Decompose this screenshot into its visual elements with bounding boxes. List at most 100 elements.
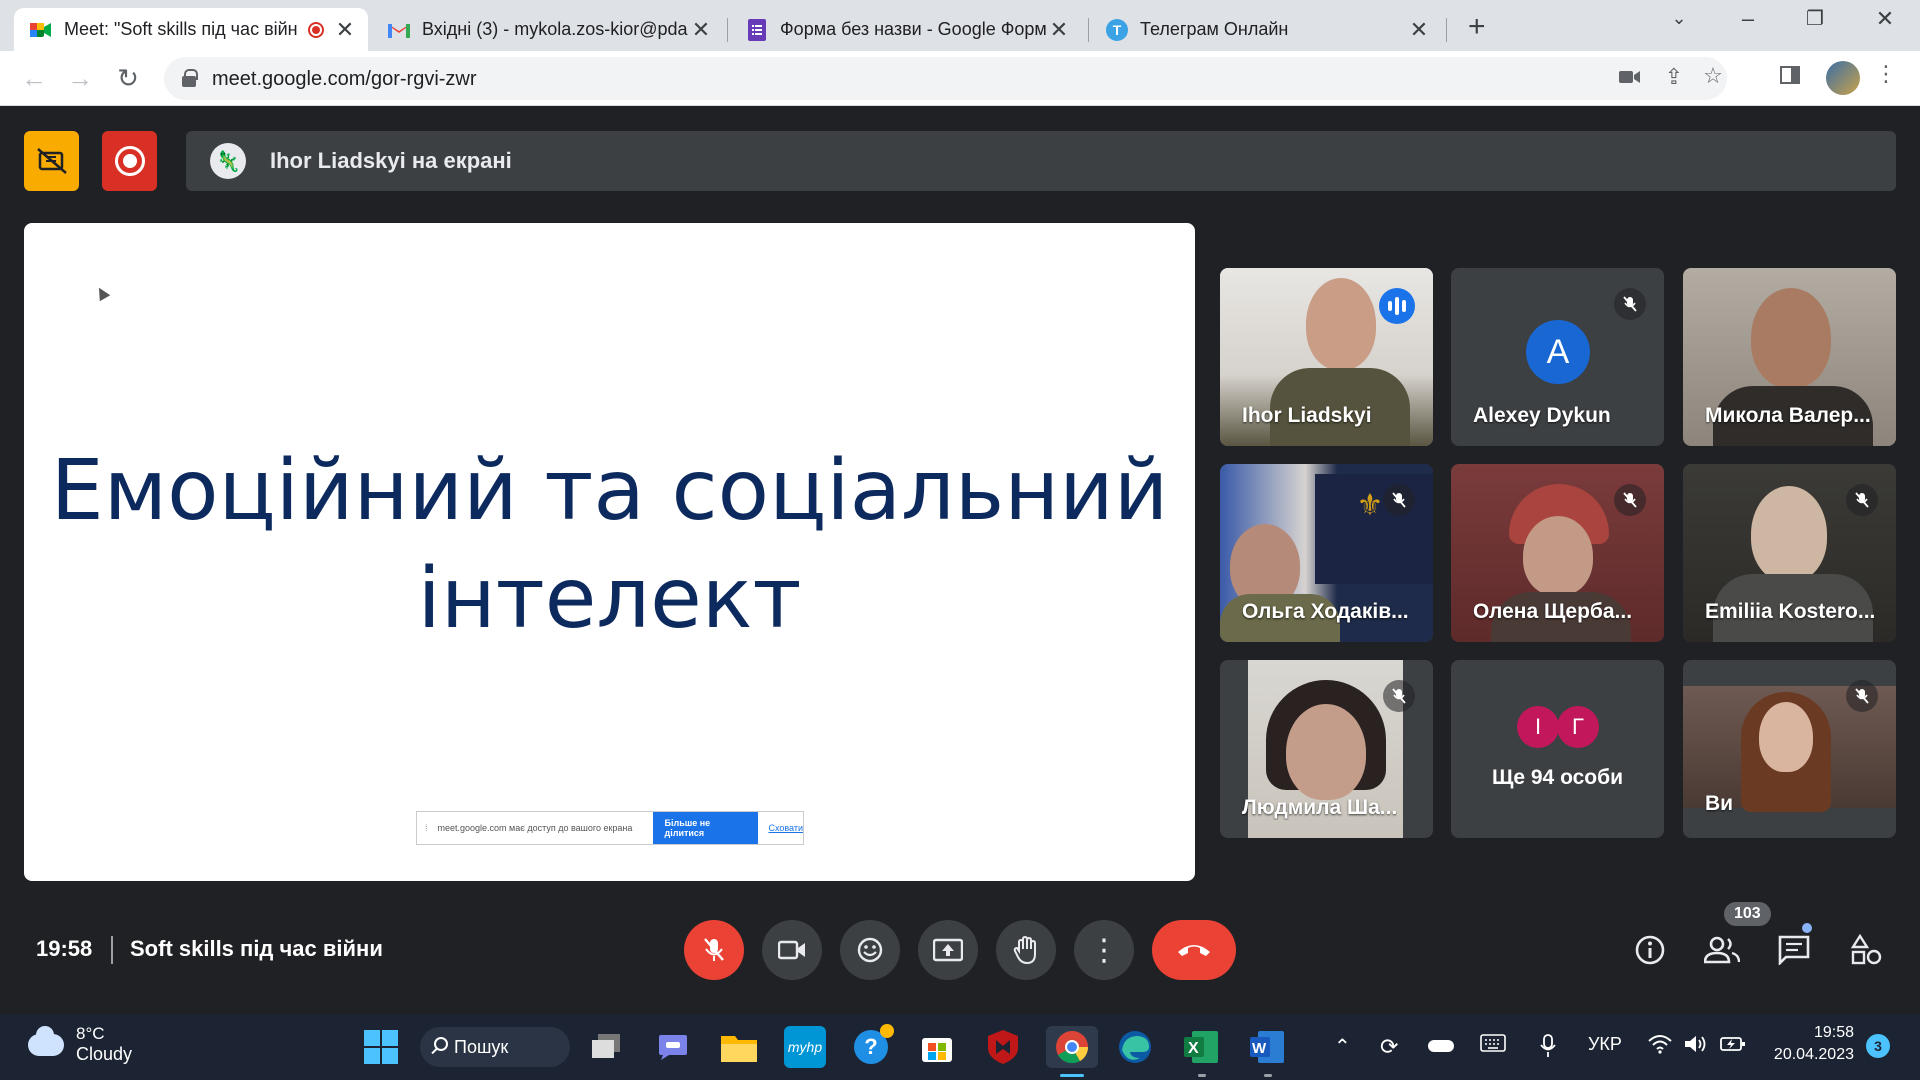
bookmark-star-icon[interactable]: ☆	[1699, 63, 1727, 89]
participant-tile[interactable]: Emiliia Kostero...	[1683, 464, 1896, 642]
meeting-details-icon[interactable]	[1628, 928, 1672, 972]
edge-icon[interactable]	[1114, 1026, 1156, 1068]
word-icon[interactable]: W	[1246, 1026, 1288, 1068]
presenter-banner: 🦎 Ihor Liadskyi на екрані	[186, 131, 1896, 191]
tab-title: Телеграм Онлайн	[1140, 19, 1289, 39]
chat-icon[interactable]	[1772, 928, 1816, 972]
participant-tile[interactable]: A Alexey Dykun	[1451, 268, 1664, 446]
input-language[interactable]: УКР	[1588, 1034, 1622, 1055]
forward-icon[interactable]: →	[64, 63, 96, 94]
temperature: 8°C	[76, 1024, 105, 1043]
stop-sharing-button[interactable]: Більше не ділитися	[652, 812, 759, 844]
profile-avatar[interactable]	[1826, 61, 1860, 95]
tab-search-icon[interactable]: ⌄	[1664, 8, 1694, 29]
teams-chat-icon[interactable]	[652, 1026, 694, 1068]
presenter-banner-text: Ihor Liadskyi на екрані	[270, 148, 512, 173]
more-options-button[interactable]: ⋮	[1074, 920, 1134, 980]
battery-icon[interactable]	[1720, 1034, 1746, 1059]
tab-telegram[interactable]: T Телеграм Онлайн ✕	[1090, 8, 1442, 51]
speaking-indicator-icon	[1379, 288, 1415, 324]
tab-google-meet[interactable]: Meet: "Soft skills під час війн ✕	[14, 8, 368, 51]
reload-icon[interactable]: ↻	[112, 63, 144, 94]
mouse-cursor-icon	[93, 284, 111, 302]
address-bar[interactable]: meet.google.com/gor-rgvi-zwr ⇪ ☆	[164, 57, 1727, 100]
participant-tile[interactable]: ⚜ Ольга Ходаків...	[1220, 464, 1433, 642]
chat-unread-dot	[1802, 923, 1812, 933]
screen-share-notice-bar: ⁞ meet.google.com має доступ до вашого е…	[416, 811, 804, 845]
participant-name: Ви	[1705, 792, 1734, 815]
present-screen-button[interactable]	[918, 920, 978, 980]
tab-title: Вхідні (3) - mykola.zos-kior@pda	[422, 19, 688, 39]
wifi-icon[interactable]	[1648, 1034, 1672, 1059]
back-icon[interactable]: ←	[18, 63, 50, 94]
close-tab-icon[interactable]: ✕	[334, 17, 356, 43]
reactions-button[interactable]	[840, 920, 900, 980]
cloud-icon	[28, 1025, 64, 1056]
system-date: 20.04.2023	[1773, 1046, 1854, 1063]
camera-in-use-icon[interactable]	[1616, 65, 1644, 91]
more-menu-icon[interactable]: ⋮	[1872, 61, 1900, 87]
running-app-indicator	[1198, 1074, 1206, 1077]
more-participants-label: Ще 94 особи	[1491, 766, 1624, 789]
google-meet-icon	[30, 19, 52, 41]
microsoft-store-icon[interactable]	[916, 1026, 958, 1068]
participant-tile[interactable]: Микола Валер...	[1683, 268, 1896, 446]
divider	[111, 936, 113, 964]
recording-button[interactable]	[102, 131, 157, 191]
weather-widget[interactable]: 8°C Cloudy	[28, 1024, 132, 1065]
show-hidden-icons[interactable]: ⌃	[1334, 1034, 1351, 1059]
camera-toggle-button[interactable]	[762, 920, 822, 980]
close-window-icon[interactable]: ✕	[1870, 6, 1900, 32]
mcafee-icon[interactable]	[982, 1026, 1024, 1068]
start-button[interactable]	[360, 1026, 402, 1068]
close-tab-icon[interactable]: ✕	[690, 17, 712, 43]
chrome-icon[interactable]	[1046, 1026, 1098, 1068]
microphone-toggle-button[interactable]	[684, 920, 744, 980]
running-app-indicator	[1264, 1074, 1272, 1077]
restore-icon[interactable]: ❐	[1800, 6, 1830, 31]
tab-divider	[1088, 18, 1089, 42]
new-tab-button[interactable]: +	[1468, 10, 1486, 44]
self-view-tile[interactable]: Ви	[1683, 660, 1896, 838]
more-participants-tile[interactable]: І Г Ще 94 особи	[1451, 660, 1664, 838]
touch-keyboard-icon[interactable]	[1480, 1034, 1506, 1057]
volume-icon[interactable]	[1684, 1034, 1708, 1059]
get-help-icon[interactable]: ?	[850, 1024, 894, 1068]
hide-self-view-button[interactable]	[24, 131, 79, 191]
notification-count-badge[interactable]: 3	[1866, 1034, 1890, 1058]
leave-call-button[interactable]	[1152, 920, 1236, 980]
tab-divider	[727, 18, 728, 42]
mic-off-icon	[1383, 484, 1415, 516]
tab-google-forms[interactable]: Форма без назви - Google Форм ✕	[730, 8, 1082, 51]
slide-title: Емоційний та соціальний інтелект	[24, 436, 1195, 652]
participant-avatar: A	[1526, 320, 1590, 384]
search-icon	[434, 1037, 448, 1051]
participant-tile[interactable]: Ihor Liadskyi	[1220, 268, 1433, 446]
file-explorer-icon[interactable]	[718, 1026, 760, 1068]
microphone-in-use-icon[interactable]	[1540, 1034, 1556, 1063]
close-tab-icon[interactable]: ✕	[1048, 17, 1070, 43]
sync-icon[interactable]: ⟳	[1380, 1034, 1398, 1060]
taskbar-search[interactable]: Пошук	[420, 1027, 570, 1067]
participant-tile[interactable]: Людмила Ша...	[1220, 660, 1433, 838]
system-clock[interactable]: 19:58 20.04.2023	[1768, 1022, 1854, 1066]
mic-off-icon	[1614, 484, 1646, 516]
close-tab-icon[interactable]: ✕	[1408, 17, 1430, 43]
lock-icon	[182, 69, 198, 87]
myhp-icon[interactable]: myhp	[784, 1026, 826, 1068]
tab-title: Форма без назви - Google Форм	[780, 19, 1047, 39]
raise-hand-button[interactable]	[996, 920, 1056, 980]
tab-gmail[interactable]: Вхідні (3) - mykola.zos-kior@pda ✕	[372, 8, 724, 51]
participant-name: Emiliia Kostero...	[1705, 600, 1876, 623]
people-icon[interactable]	[1700, 928, 1744, 972]
share-icon[interactable]: ⇪	[1660, 64, 1688, 90]
windows-taskbar: 8°C Cloudy Пошук myhp ? X W ⌃ ⟳ УКР 19:5…	[0, 1014, 1920, 1080]
excel-icon[interactable]: X	[1180, 1026, 1222, 1068]
activities-icon[interactable]	[1844, 928, 1888, 972]
hide-link[interactable]: Сховати	[768, 823, 803, 833]
minimize-icon[interactable]: –	[1733, 6, 1763, 32]
task-view-icon[interactable]	[586, 1026, 628, 1068]
participant-tile[interactable]: Олена Щерба...	[1451, 464, 1664, 642]
onedrive-icon[interactable]	[1428, 1040, 1454, 1052]
side-panel-icon[interactable]	[1776, 65, 1804, 91]
